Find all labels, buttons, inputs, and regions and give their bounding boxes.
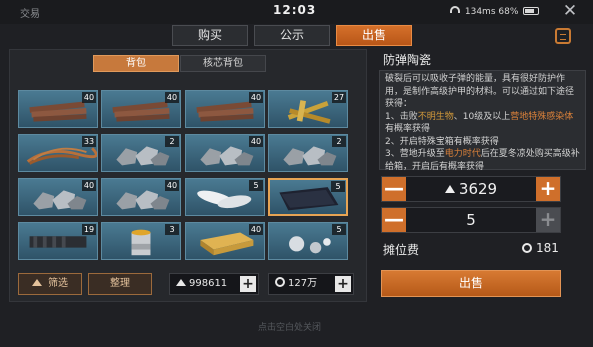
inventory-slot-gold-box[interactable]: 40 xyxy=(185,222,265,260)
close-hint: 点击空白处关闭 xyxy=(258,323,322,333)
price-stepper: — 3629 + xyxy=(381,176,561,202)
inventory-slot-metal-scrap[interactable]: 2 xyxy=(101,134,181,172)
record-icon[interactable] xyxy=(555,28,571,44)
sort-button[interactable]: 整理 xyxy=(88,273,152,295)
subtab-core-backpack[interactable]: 核芯背包 xyxy=(180,55,266,72)
item-count: 2 xyxy=(165,136,179,147)
wifi-icon xyxy=(450,6,460,13)
battery-text: 68% xyxy=(498,7,519,17)
item-count: 19 xyxy=(82,224,96,235)
item-count: 40 xyxy=(165,92,179,103)
tab-buy[interactable]: 购买 xyxy=(172,25,248,46)
close-button[interactable]: ✕ xyxy=(559,1,581,21)
subtab-backpack[interactable]: 背包 xyxy=(93,55,179,72)
tab-sell[interactable]: 出售 xyxy=(336,25,412,46)
gold-amount: 127万 xyxy=(288,278,318,289)
price-increase-button[interactable]: + xyxy=(536,177,560,201)
inventory-panel xyxy=(9,49,367,302)
battery-icon xyxy=(523,7,540,15)
silver-currency: 998611 + xyxy=(169,273,259,295)
desc-source-1: 1、击败不明生物、10级及以上营地特殊感染体有概率获得 xyxy=(385,111,574,135)
add-silver-button[interactable]: + xyxy=(240,276,256,292)
price-decrease-button[interactable]: — xyxy=(382,177,406,201)
item-count: 3 xyxy=(165,224,179,235)
inventory-slot-metal-scrap[interactable]: 40 xyxy=(101,178,181,216)
inventory-slot-fibers[interactable]: 33 xyxy=(18,134,98,172)
desc-source-3: 3、营地升级至电力时代后在夏冬凉处购买高级补给箱，开启后有概率获得 xyxy=(385,149,580,172)
inventory-slot-metal-scrap[interactable]: 2 xyxy=(268,134,348,172)
filter-button[interactable]: 筛选 xyxy=(18,273,82,295)
price-amount: 3629 xyxy=(458,180,498,198)
item-count: 40 xyxy=(249,92,263,103)
item-count: 27 xyxy=(332,92,346,103)
price-value[interactable]: 3629 xyxy=(408,177,534,201)
desc-intro: 破裂后可以吸收子弹的能量，具有很好防护作用，是制作高级护甲的材料。可以通过如下途… xyxy=(385,74,575,109)
item-count: 40 xyxy=(249,224,263,235)
silver-icon xyxy=(176,279,186,286)
item-count: 40 xyxy=(82,180,96,191)
window-title: 交易 xyxy=(20,9,40,20)
sell-button[interactable]: 出售 xyxy=(381,270,561,297)
clock: 12:03 xyxy=(273,3,317,17)
gold-icon xyxy=(275,277,285,287)
gold-icon xyxy=(522,243,532,253)
quantity-decrease-button[interactable]: — xyxy=(382,208,406,232)
quantity-value[interactable]: 5 xyxy=(408,208,534,232)
item-count: 5 xyxy=(331,181,345,192)
item-count: 40 xyxy=(165,180,179,191)
inventory-slot-wood-planks[interactable]: 40 xyxy=(101,90,181,128)
inventory-slot-paint-can[interactable]: 3 xyxy=(101,222,181,260)
item-count: 40 xyxy=(82,92,96,103)
item-description: 破裂后可以吸收子弹的能量，具有很好防护作用，是制作高级护甲的材料。可以通过如下途… xyxy=(379,70,586,172)
ping-text: 134ms xyxy=(464,7,496,17)
inventory-slot-wood-planks[interactable]: 40 xyxy=(185,90,265,128)
inventory-slot-wood-planks[interactable]: 40 xyxy=(18,90,98,128)
inventory-slot-feathers[interactable]: 5 xyxy=(185,178,265,216)
item-count: 5 xyxy=(332,224,346,235)
inventory-slot-metal-scrap[interactable]: 40 xyxy=(18,178,98,216)
triangle-icon xyxy=(32,279,42,286)
tab-publicity[interactable]: 公示 xyxy=(254,25,330,46)
inventory-slot-steel-balls[interactable]: 5 xyxy=(268,222,348,260)
inventory-slot-metal-scrap[interactable]: 40 xyxy=(185,134,265,172)
inventory-slot-tube[interactable]: 19 xyxy=(18,222,98,260)
silver-icon xyxy=(444,185,455,193)
quantity-stepper: — 5 + xyxy=(381,207,561,233)
item-count: 40 xyxy=(249,136,263,147)
desc-source-2: 2、开启特殊宝箱有概率获得 xyxy=(385,136,499,147)
item-count: 33 xyxy=(82,136,96,147)
inventory-slot-ceramic-plate[interactable]: 5 xyxy=(268,178,348,216)
inventory-slot-gold-sticks[interactable]: 27 xyxy=(268,90,348,128)
gold-currency: 127万 + xyxy=(268,273,354,295)
fee-label: 摊位费 xyxy=(383,243,420,257)
filter-label: 筛选 xyxy=(48,278,68,289)
item-count: 2 xyxy=(332,136,346,147)
add-gold-button[interactable]: + xyxy=(335,276,351,292)
quantity-increase-button[interactable]: + xyxy=(536,208,560,232)
silver-amount: 998611 xyxy=(189,278,228,289)
item-name: 防弹陶瓷 xyxy=(383,53,432,67)
fee-amount: 181 xyxy=(536,241,559,255)
item-count: 5 xyxy=(249,180,263,191)
network-status: 134ms 68% xyxy=(450,6,540,17)
fee-value: 181 xyxy=(522,241,559,255)
